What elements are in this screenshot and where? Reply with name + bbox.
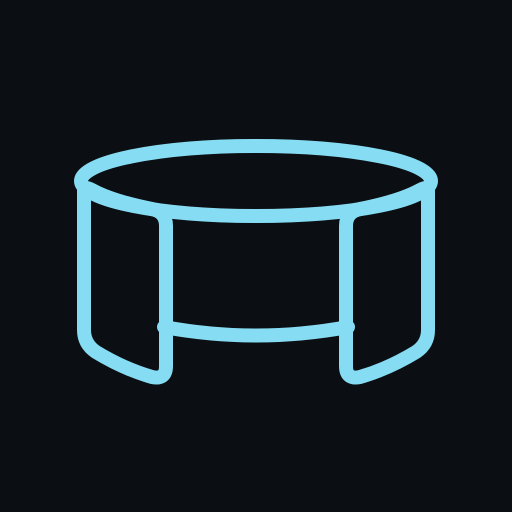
panorama-360-icon [74, 139, 438, 385]
cylinder-bottom-back-arc [157, 320, 355, 343]
left-panel [77, 181, 173, 385]
right-panel [339, 181, 435, 385]
icon-canvas [0, 0, 512, 512]
